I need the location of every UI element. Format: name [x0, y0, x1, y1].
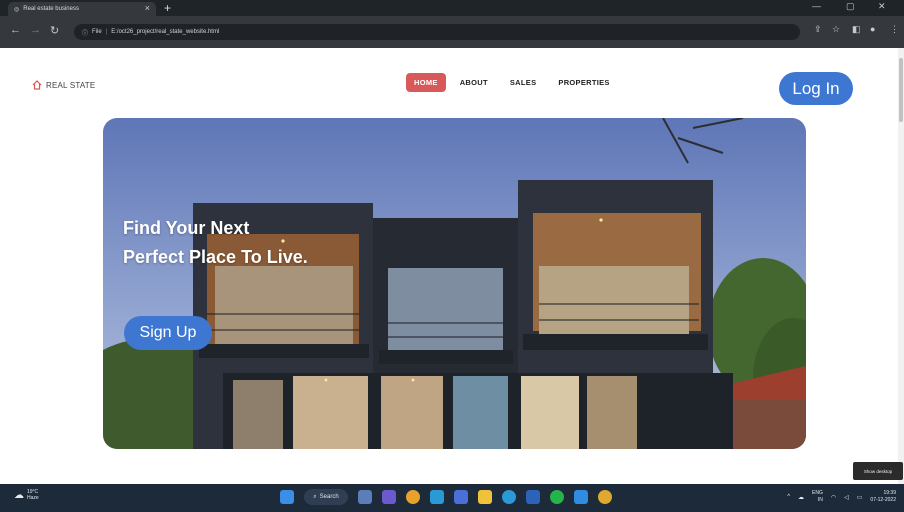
profile-icon[interactable]: ● [870, 24, 875, 34]
taskbar-search[interactable]: ⌕ Search [304, 489, 348, 505]
browser-address-bar: ← → ↻ ⓘ File | E:/oct26_project/real_sta… [0, 16, 904, 48]
vscode-icon[interactable] [574, 490, 588, 504]
site-logo[interactable]: REAL STATE [32, 80, 95, 90]
minimize-icon[interactable]: — [812, 1, 821, 11]
search-icon: ⌕ [313, 493, 317, 500]
show-desktop-tooltip: Show desktop [853, 462, 903, 480]
menu-icon[interactable]: ⋮ [890, 24, 899, 35]
word-icon[interactable] [526, 490, 540, 504]
nav-properties[interactable]: PROPERTIES [550, 73, 617, 92]
maximize-icon[interactable]: ▢ [846, 1, 855, 12]
browser-tab-bar: ◎ Real estate business × + — ▢ ✕ [0, 0, 904, 16]
signup-button[interactable]: Sign Up [124, 316, 212, 350]
back-arrow-icon[interactable]: ← [10, 24, 21, 36]
hero-house-image [103, 118, 806, 449]
nav-home[interactable]: HOME [406, 73, 446, 92]
house-icon [32, 80, 42, 90]
tab-title: Real estate business [23, 6, 79, 12]
scrollbar-thumb[interactable] [899, 58, 903, 122]
browser-tab[interactable]: ◎ Real estate business × [8, 2, 156, 16]
reload-icon[interactable]: ↻ [50, 24, 59, 37]
os-taskbar: ☁ 19°C Haze ⌕ Search ^ ☁ ENG IN ◠ ◁ ▭ 19… [0, 484, 904, 512]
volume-icon[interactable]: ◁ [844, 494, 849, 501]
edge-icon[interactable] [430, 490, 444, 504]
nav-about[interactable]: ABOUT [452, 73, 496, 92]
clock[interactable]: 19:39 07-12-2022 [870, 490, 896, 504]
wifi-icon[interactable]: ◠ [831, 494, 836, 501]
hero-title: Find Your Next Perfect Place To Live. [123, 218, 308, 267]
battery-icon[interactable]: ▭ [857, 494, 863, 501]
search-label: Search [319, 494, 339, 500]
close-tab-icon[interactable]: × [145, 3, 150, 13]
url-prefix: File [92, 29, 102, 35]
globe-icon: ◎ [14, 6, 20, 13]
system-tray: ^ ☁ ENG IN ◠ ◁ ▭ 19:39 07-12-2022 [787, 490, 896, 504]
star-icon[interactable]: ☆ [832, 24, 840, 35]
language-indicator[interactable]: ENG IN [812, 490, 823, 504]
web-page: REAL STATE HOME ABOUT SALES PROPERTIES L… [0, 48, 904, 484]
teams-icon[interactable] [382, 490, 396, 504]
taskbar-apps: ⌕ Search [280, 489, 612, 505]
info-icon: ⓘ [82, 30, 89, 37]
brand-name: REAL STATE [46, 80, 96, 90]
weather-icon: ☁ [14, 489, 24, 501]
file-explorer-icon[interactable] [478, 490, 492, 504]
chrome-icon[interactable] [406, 490, 420, 504]
sidebar-icon[interactable]: ◧ [852, 24, 861, 35]
weather-desc: Haze [27, 495, 39, 501]
photos-icon[interactable] [454, 490, 468, 504]
task-view-icon[interactable] [358, 490, 372, 504]
chrome-profile-icon[interactable] [598, 490, 612, 504]
main-nav: HOME ABOUT SALES PROPERTIES [406, 73, 618, 92]
url-text: E:/oct26_project/real_state_website.html [111, 29, 220, 35]
whatsapp-icon[interactable] [550, 490, 564, 504]
weather-widget[interactable]: ☁ 19°C Haze [14, 489, 39, 501]
start-icon[interactable] [280, 490, 294, 504]
login-button[interactable]: Log In [779, 72, 853, 105]
url-input[interactable]: ⓘ File | E:/oct26_project/real_state_web… [74, 24, 800, 40]
cloud-icon[interactable]: ☁ [798, 494, 804, 501]
share-icon[interactable]: ⇪ [814, 24, 822, 35]
forward-arrow-icon[interactable]: → [30, 24, 41, 36]
new-tab-button[interactable]: + [164, 1, 171, 15]
nav-sales[interactable]: SALES [502, 73, 545, 92]
hero-banner: Find Your Next Perfect Place To Live. Si… [103, 118, 806, 449]
close-window-icon[interactable]: ✕ [878, 1, 886, 12]
chevron-up-icon[interactable]: ^ [787, 494, 790, 500]
store-icon[interactable] [502, 490, 516, 504]
